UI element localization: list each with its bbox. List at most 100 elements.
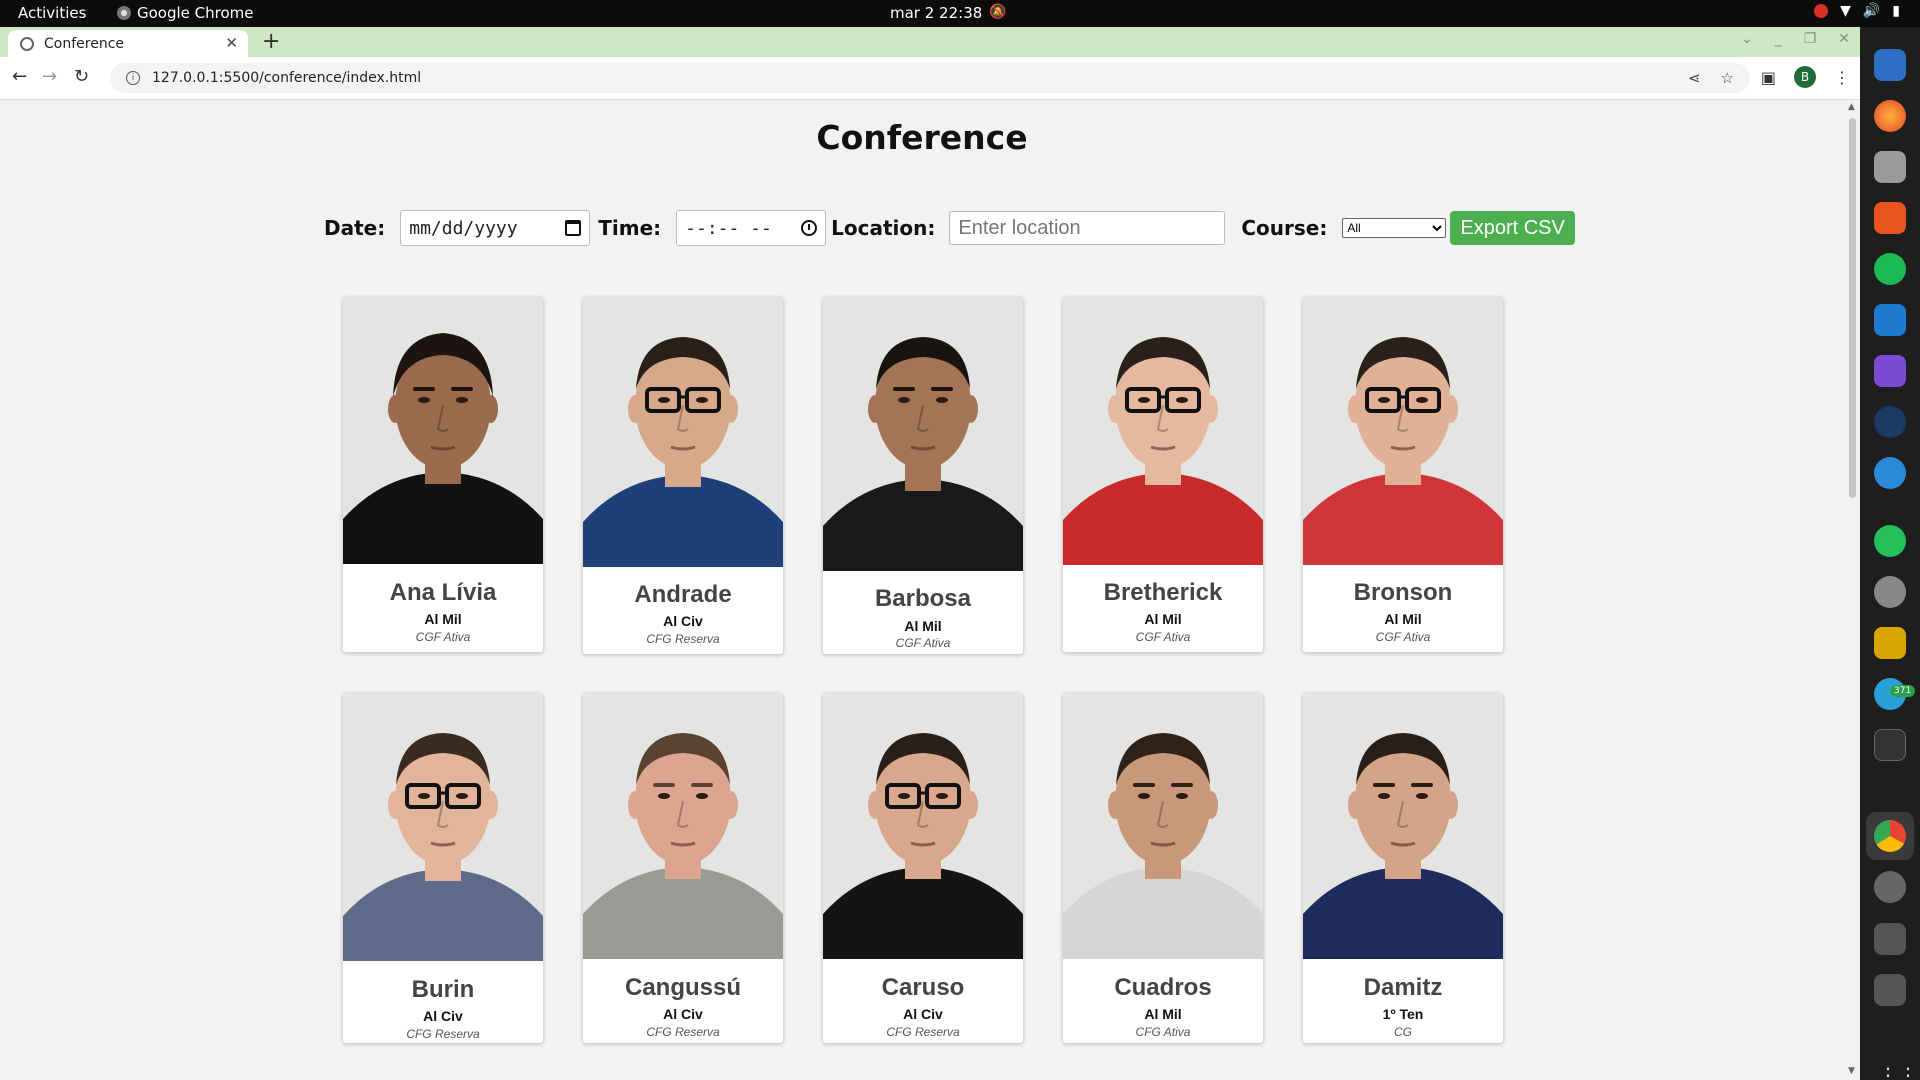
reload-icon[interactable]: ↻ <box>74 66 89 87</box>
tab-search-icon[interactable]: ⌄ <box>1741 31 1753 47</box>
person-name: Cangussú <box>624 974 741 1001</box>
toolbar-actions: ▣ B ⋮ <box>1761 66 1850 88</box>
software-updater-icon[interactable] <box>1874 871 1906 903</box>
person-rank: Al Mil <box>424 611 462 627</box>
person-photo <box>823 297 1023 571</box>
person-photo <box>1303 297 1503 565</box>
vscode-icon[interactable] <box>1874 304 1906 336</box>
person-card[interactable]: Barbosa Al Mil CGF Ativa <box>823 297 1023 654</box>
person-photo <box>823 693 1023 959</box>
calendar-icon[interactable] <box>565 220 582 236</box>
person-course: CFG Reserva <box>646 1025 720 1039</box>
chrome-update-icon <box>1814 4 1829 18</box>
globe-icon <box>20 36 34 51</box>
person-card[interactable]: Bronson Al Mil CGF Ativa <box>1303 297 1503 652</box>
person-rank: Al Mil <box>1144 611 1182 627</box>
files-icon[interactable] <box>1874 151 1906 183</box>
page-scrollbar[interactable]: ▲ ▼ <box>1844 100 1860 1080</box>
side-panel-icon[interactable]: ▣ <box>1761 68 1776 87</box>
volume-icon: 🔊 <box>1862 3 1881 19</box>
person-card[interactable]: Damitz 1º Ten CG <box>1303 693 1503 1043</box>
show-apps-icon[interactable]: ⋮⋮⋮ <box>1878 1063 1920 1080</box>
close-tab-icon[interactable]: ✕ <box>225 34 238 52</box>
wifi-icon: ▼ <box>1840 3 1851 19</box>
forward-icon[interactable]: → <box>42 66 57 87</box>
profile-avatar[interactable]: B <box>1794 66 1816 88</box>
person-photo <box>583 693 783 959</box>
clock-icon[interactable] <box>801 220 818 236</box>
thunderbird-icon[interactable] <box>1874 49 1906 81</box>
course-label: Course: <box>1241 216 1328 240</box>
system-tray[interactable]: ▼ 🔊 ▮ <box>1814 3 1900 19</box>
new-tab-button[interactable]: + <box>262 29 280 54</box>
maximize-icon[interactable]: ❐ <box>1804 31 1817 47</box>
course-select[interactable]: All <box>1342 218 1447 238</box>
time-label: Time: <box>598 216 662 240</box>
time-value: --:-- -- <box>685 217 772 239</box>
app-name: Google Chrome <box>137 4 254 22</box>
location-input[interactable] <box>949 211 1226 245</box>
person-photo <box>343 693 543 961</box>
steam-icon[interactable] <box>1874 406 1906 438</box>
firefox-icon[interactable] <box>1874 100 1906 132</box>
date-input[interactable]: mm/dd/yyyy <box>400 210 591 246</box>
person-card[interactable]: Burin Al Civ CFG Reserva <box>343 693 543 1043</box>
person-rank: Al Mil <box>904 618 942 634</box>
spotify-icon[interactable] <box>1874 253 1906 285</box>
person-rank: 1º Ten <box>1382 1006 1424 1022</box>
person-card[interactable]: Bretherick Al Mil CGF Ativa <box>1063 297 1263 652</box>
whatsapp-icon[interactable] <box>1874 525 1906 557</box>
person-rank: Al Civ <box>903 1006 943 1022</box>
person-photo <box>1063 297 1263 565</box>
person-photo <box>583 297 783 567</box>
person-course: CGF Ativa <box>415 630 471 644</box>
app-center-icon[interactable] <box>1874 202 1906 234</box>
site-info-icon[interactable]: i <box>126 71 140 85</box>
person-name: Cuadros <box>1114 974 1212 1001</box>
menu-kebab-icon[interactable]: ⋮ <box>1834 68 1850 87</box>
tab-conference[interactable]: Conference ✕ <box>8 30 248 57</box>
ubuntu-dock: 371 ⋮⋮⋮ <box>1860 27 1920 1080</box>
person-card[interactable]: Cuadros Al Mil CFG Ativa <box>1063 693 1263 1043</box>
window-controls: ⌄ _ ❐ ✕ <box>1741 31 1850 47</box>
terminal-icon[interactable] <box>1874 729 1906 761</box>
back-icon[interactable]: ← <box>12 66 27 87</box>
activities-button[interactable]: Activities <box>18 4 86 22</box>
obsidian-icon[interactable] <box>1874 355 1906 387</box>
system-top-bar: Activities Google Chrome mar 2 22:38 🔕 ▼… <box>0 0 1920 27</box>
scroll-down-icon[interactable]: ▼ <box>1848 1066 1855 1076</box>
time-input[interactable]: --:-- -- <box>676 210 827 246</box>
removable-drive-icon[interactable] <box>1874 923 1906 955</box>
browser-toolbar: ← → ↻ i 127.0.0.1:5500/conference/index.… <box>0 57 1860 100</box>
person-course: CFG Reserva <box>646 632 720 646</box>
person-card[interactable]: Caruso Al Civ CFG Reserva <box>823 693 1023 1043</box>
url-text: 127.0.0.1:5500/conference/index.html <box>152 70 422 86</box>
address-bar[interactable]: i 127.0.0.1:5500/conference/index.html ⋖… <box>110 63 1750 93</box>
person-course: CGF Ativa <box>1135 630 1191 644</box>
scroll-up-icon[interactable]: ▲ <box>1848 102 1855 112</box>
person-card[interactable]: Ana Lívia Al Mil CGF Ativa <box>343 297 543 652</box>
person-name: Bretherick <box>1103 579 1223 606</box>
chrome-icon <box>117 6 131 20</box>
settings-icon[interactable] <box>1874 576 1906 608</box>
filter-controls: Date: mm/dd/yyyy Time: --:-- -- Location… <box>324 210 1575 246</box>
export-csv-button[interactable]: Export CSV <box>1450 211 1575 245</box>
browser-chrome: Conference ✕ + ⌄ _ ❐ ✕ ← → ↻ i 127.0.0.1… <box>0 27 1860 100</box>
trash-icon[interactable] <box>1874 974 1906 1006</box>
location-label: Location: <box>831 216 936 240</box>
chrome-dock-icon[interactable] <box>1874 820 1906 852</box>
person-card[interactable]: Andrade Al Civ CFG Reserva <box>583 297 783 654</box>
person-card[interactable]: Cangussú Al Civ CFG Reserva <box>583 693 783 1043</box>
minimize-icon[interactable]: _ <box>1775 31 1782 47</box>
calculator-icon[interactable] <box>1874 627 1906 659</box>
person-rank: Al Civ <box>663 613 703 629</box>
close-window-icon[interactable]: ✕ <box>1838 31 1850 47</box>
person-rank: Al Mil <box>1144 1006 1182 1022</box>
help-icon[interactable] <box>1874 457 1906 489</box>
bookmark-star-icon[interactable]: ☆ <box>1721 69 1734 87</box>
clock[interactable]: mar 2 22:38 <box>890 4 982 22</box>
share-icon[interactable]: ⋖ <box>1688 69 1701 87</box>
scrollbar-thumb[interactable] <box>1849 118 1856 498</box>
app-menu[interactable]: Google Chrome <box>117 4 254 22</box>
notifications-muted-icon: 🔕 <box>989 4 1007 20</box>
